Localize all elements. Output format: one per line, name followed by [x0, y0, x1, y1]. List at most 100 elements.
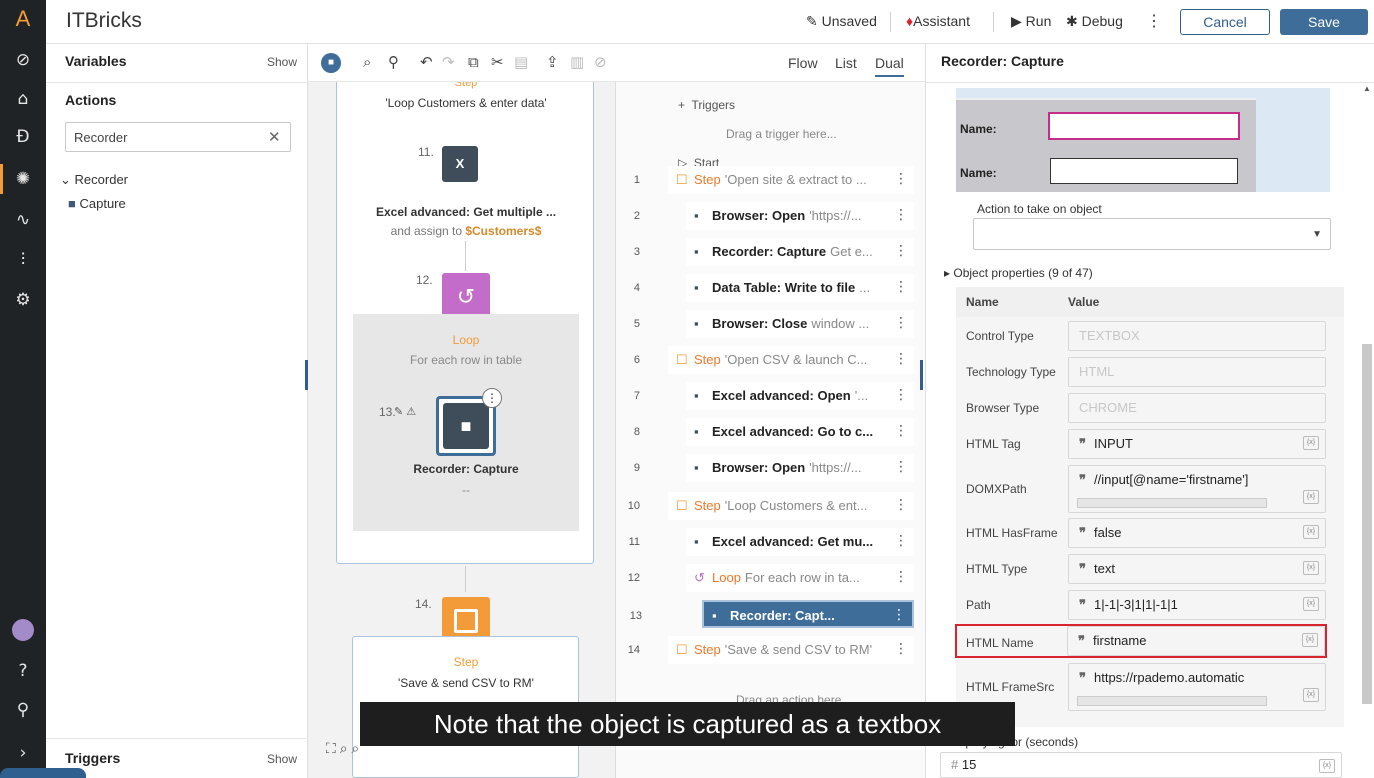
- resize-handle[interactable]: [305, 360, 308, 390]
- variable-icon[interactable]: {x}: [1303, 561, 1319, 575]
- triggers-row[interactable]: + Triggers: [678, 98, 735, 112]
- property-value-field[interactable]: ❞ text {x}: [1068, 554, 1326, 584]
- sliders-icon[interactable]: ⫶: [0, 245, 46, 275]
- list-item[interactable]: 12 ↺ Loop For each row in ta... ⋮: [628, 564, 914, 592]
- row-menu-icon[interactable]: ⋮: [894, 387, 908, 403]
- variable-icon[interactable]: {x}: [1302, 633, 1318, 647]
- variable-icon[interactable]: {x}: [1303, 688, 1319, 702]
- list-item[interactable]: 11 ▪ Excel advanced: Get mu... ⋮: [629, 528, 914, 556]
- property-value-field[interactable]: ❞ INPUT {x}: [1068, 429, 1326, 459]
- keep-trying-input[interactable]: # 15 {x}: [940, 752, 1342, 778]
- disable-icon[interactable]: ⊘: [594, 53, 607, 71]
- list-item[interactable]: 8 ▪ Excel advanced: Go to c... ⋮: [634, 418, 914, 446]
- variable-icon[interactable]: {x}: [1303, 490, 1319, 504]
- row-menu-icon[interactable]: ⋮: [892, 607, 906, 623]
- row-menu-icon[interactable]: ⋮: [894, 243, 908, 259]
- run-button[interactable]: ▶ Run: [1011, 13, 1051, 30]
- list-item[interactable]: 14 ☐ Step 'Save & send CSV to RM' ⋮: [628, 636, 914, 664]
- scroll-up-icon[interactable]: ▲: [1363, 84, 1371, 93]
- help-icon[interactable]: ?: [0, 656, 46, 686]
- list-item[interactable]: 6 ☐ Step 'Open CSV & launch C... ⋮: [634, 346, 914, 374]
- more-options-icon[interactable]: ⋮: [482, 388, 502, 408]
- variable-icon[interactable]: {x}: [1303, 436, 1319, 450]
- export-icon[interactable]: ⇪: [546, 53, 559, 71]
- tree-item-capture[interactable]: ■ Capture: [68, 196, 126, 211]
- variable-icon[interactable]: {x}: [1303, 597, 1319, 611]
- assistant-button[interactable]: ♦Assistant: [906, 13, 970, 29]
- row-menu-icon[interactable]: ⋮: [894, 207, 908, 223]
- horizontal-scrollbar[interactable]: [1077, 498, 1267, 508]
- row-menu-icon[interactable]: ⋮: [894, 533, 908, 549]
- avatar[interactable]: [0, 615, 46, 645]
- tab-list[interactable]: List: [835, 55, 857, 71]
- list-item[interactable]: 5 ▪ Browser: Close window ... ⋮: [634, 310, 914, 338]
- activity-icon[interactable]: ∿: [0, 205, 46, 235]
- list-item[interactable]: 13 ▪ Recorder: Capt... ⋮: [630, 600, 914, 628]
- horizontal-scrollbar[interactable]: [1077, 696, 1267, 706]
- scrollbar[interactable]: [1362, 344, 1372, 704]
- property-value-field[interactable]: ❞ https://rpademo.automatic {x}: [1068, 663, 1326, 711]
- property-value-field[interactable]: ❞ 1|-1|-3|1|1|-1|1 {x}: [1068, 590, 1326, 620]
- tree-group-recorder[interactable]: ⌄ Recorder: [60, 172, 128, 188]
- object-properties-toggle[interactable]: ▸ Object properties (9 of 47): [944, 266, 1093, 280]
- list-item[interactable]: 10 ☐ Step 'Loop Customers & ent... ⋮: [628, 492, 914, 520]
- debug-button[interactable]: ✱ Debug: [1066, 13, 1123, 30]
- triggers-show-link[interactable]: Show: [267, 752, 297, 766]
- undo-icon[interactable]: ↶: [420, 53, 433, 71]
- tab-dual[interactable]: Dual: [875, 55, 904, 77]
- panel-title: Recorder: Capture: [941, 53, 1064, 69]
- row-menu-icon[interactable]: ⋮: [894, 279, 908, 295]
- collapse-icon[interactable]: ›: [0, 738, 46, 768]
- settings-icon[interactable]: ⚙: [0, 285, 46, 315]
- list-item[interactable]: 1 ☐ Step 'Open site & extract to ... ⋮: [634, 166, 914, 194]
- compass-icon[interactable]: ⊘: [0, 45, 46, 75]
- connector: [465, 241, 466, 271]
- property-value-field[interactable]: ❞ false {x}: [1068, 518, 1326, 548]
- fit-screen-icon[interactable]: ⛶ ⌕ ⌕: [326, 740, 359, 757]
- properties-panel: Recorder: Capture Name: Name: Action to …: [925, 44, 1374, 778]
- list-item[interactable]: 2 ▪ Browser: Open'https://... ⋮: [634, 202, 914, 230]
- bots-icon[interactable]: Ð: [0, 122, 46, 152]
- copy-icon[interactable]: ⧉: [468, 53, 479, 71]
- app-logo-icon[interactable]: A: [0, 4, 46, 34]
- cancel-button[interactable]: Cancel: [1180, 9, 1270, 35]
- delete-icon[interactable]: ▥: [570, 53, 584, 71]
- property-value-field[interactable]: ❞ firstname {x}: [1067, 626, 1325, 656]
- row-menu-icon[interactable]: ⋮: [894, 641, 908, 657]
- excel-icon[interactable]: X: [442, 146, 478, 182]
- resize-handle[interactable]: [920, 360, 923, 390]
- search-icon[interactable]: ⚲: [388, 53, 399, 71]
- cut-icon[interactable]: ✂: [491, 53, 504, 71]
- action-select[interactable]: ▼: [973, 218, 1331, 250]
- list-item[interactable]: 9 ▪ Browser: Open'https://... ⋮: [634, 454, 914, 482]
- row-menu-icon[interactable]: ⋮: [894, 459, 908, 475]
- variables-show-link[interactable]: Show: [267, 55, 297, 69]
- find-icon[interactable]: ⌕: [363, 53, 371, 71]
- redo-icon[interactable]: ↷: [442, 53, 455, 71]
- action-icon: ▪: [712, 608, 717, 623]
- location-icon[interactable]: ⚲: [0, 695, 46, 725]
- list-item[interactable]: 3 ▪ Recorder: Capture Get e... ⋮: [634, 238, 914, 266]
- list-item[interactable]: 7 ▪ Excel advanced: Open '... ⋮: [634, 382, 914, 410]
- property-value-field[interactable]: ❞ //input[@name='firstname'] {x}: [1068, 465, 1326, 513]
- automation-icon[interactable]: ✺: [0, 164, 46, 194]
- object-properties-label: Object properties (9 of 47): [953, 266, 1093, 280]
- more-menu-icon[interactable]: ⋮: [1146, 11, 1162, 31]
- row-menu-icon[interactable]: ⋮: [894, 423, 908, 439]
- list-item[interactable]: 4 ▪ Data Table: Write to file... ⋮: [634, 274, 914, 302]
- home-icon[interactable]: ⌂: [0, 84, 46, 114]
- variable-icon[interactable]: {x}: [1303, 525, 1319, 539]
- row-menu-icon[interactable]: ⋮: [894, 171, 908, 187]
- row-menu-icon[interactable]: ⋮: [894, 315, 908, 331]
- row-menu-icon[interactable]: ⋮: [894, 497, 908, 513]
- recorder-icon[interactable]: ■: [321, 53, 341, 73]
- tab-flow[interactable]: Flow: [788, 55, 818, 71]
- row-menu-icon[interactable]: ⋮: [894, 569, 908, 585]
- paste-icon[interactable]: ▤: [514, 53, 528, 71]
- row-menu-icon[interactable]: ⋮: [894, 351, 908, 367]
- actions-search-input[interactable]: [65, 122, 291, 152]
- clear-search-icon[interactable]: ✕: [268, 128, 281, 146]
- save-button[interactable]: Save: [1280, 9, 1368, 35]
- list-item-detail: 'https://...: [809, 460, 862, 475]
- variable-icon[interactable]: {x}: [1319, 759, 1335, 773]
